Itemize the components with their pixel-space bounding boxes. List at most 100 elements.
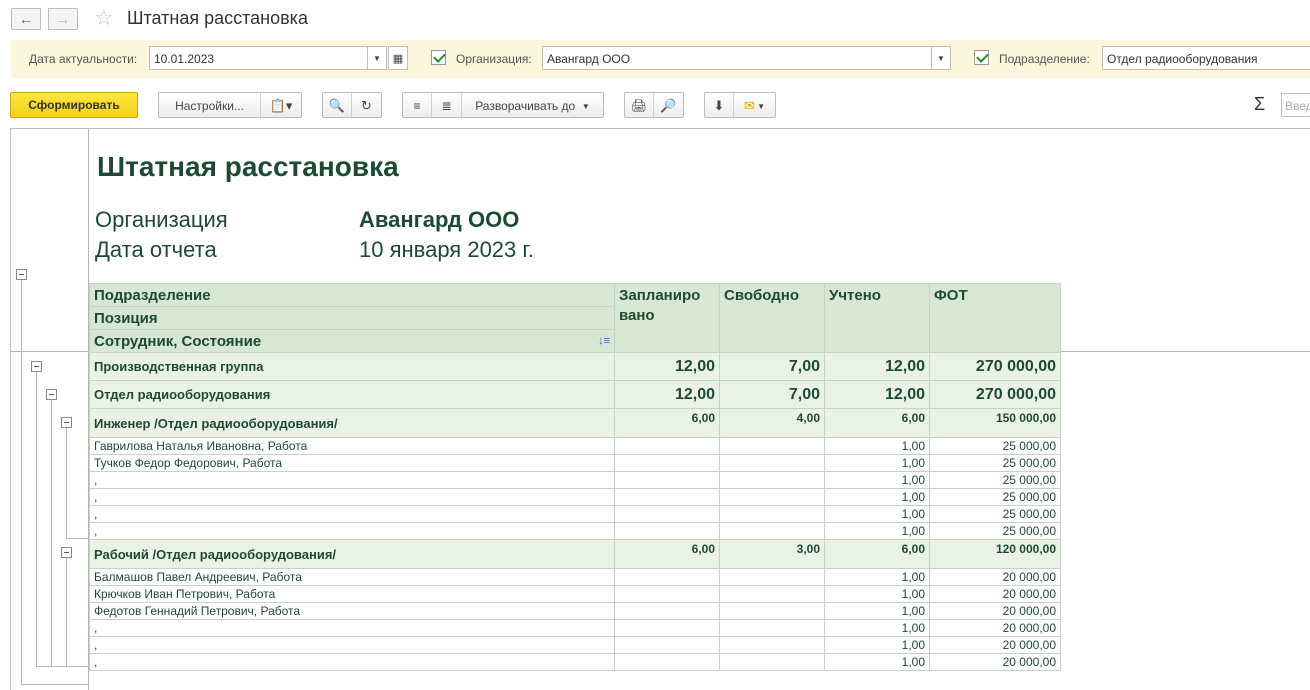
table-row[interactable]: , 1,00 25 000,00 bbox=[89, 522, 1061, 540]
sort-icon[interactable]: ↓≡ bbox=[598, 335, 610, 347]
row-free bbox=[719, 505, 825, 523]
collapse-toggle-icon[interactable] bbox=[61, 417, 72, 428]
group-row[interactable]: Рабочий /Отдел радиооборудования/6,00 3,0… bbox=[89, 539, 1061, 569]
favorite-star-icon[interactable]: ☆ bbox=[94, 6, 114, 30]
collapse-all-icon[interactable]: ≡ bbox=[403, 93, 432, 119]
date-input[interactable]: 10.01.2023 bbox=[149, 46, 369, 70]
group-row[interactable]: Инженер /Отдел радиооборудования/6,00 4,0… bbox=[89, 408, 1061, 438]
chevron-down-icon[interactable]: ▼ bbox=[367, 46, 387, 70]
expand-all-icon[interactable]: ≣ bbox=[432, 93, 462, 119]
row-planned bbox=[614, 568, 720, 586]
row-name: , bbox=[89, 619, 615, 637]
row-name: , bbox=[89, 471, 615, 489]
tree-line bbox=[21, 279, 22, 684]
header-fot: ФОТ bbox=[929, 283, 1061, 353]
table-row[interactable]: Крючков Иван Петрович, Работа 1,00 20 000,… bbox=[89, 585, 1061, 603]
tree-line bbox=[51, 399, 52, 666]
dept-label: Подразделение: bbox=[999, 52, 1090, 66]
chevron-down-icon: ▼ bbox=[581, 101, 590, 111]
row-planned: 12,00 bbox=[614, 380, 720, 409]
search-icon[interactable]: 🔍 bbox=[323, 93, 352, 119]
row-planned bbox=[614, 437, 720, 455]
dept-checkbox[interactable] bbox=[974, 50, 989, 65]
row-planned bbox=[614, 522, 720, 540]
tree-line bbox=[66, 538, 89, 539]
title-bar: ← → ☆ Штатная расстановка bbox=[0, 0, 1310, 38]
header-counted: Учтено bbox=[824, 283, 930, 353]
download-icon[interactable]: ⬇ bbox=[705, 93, 734, 119]
row-name: Тучков Федор Федорович, Работа bbox=[89, 454, 615, 472]
row-free bbox=[719, 454, 825, 472]
collapse-toggle-icon[interactable] bbox=[16, 269, 27, 280]
row-fot: 20 000,00 bbox=[929, 585, 1061, 603]
org-checkbox[interactable] bbox=[431, 50, 446, 65]
table-row[interactable]: , 1,00 20 000,00 bbox=[89, 653, 1061, 671]
row-free: 4,00 bbox=[719, 408, 825, 438]
table-row[interactable]: Федотов Геннадий Петрович, Работа 1,00 20 … bbox=[89, 602, 1061, 620]
variants-icon[interactable]: 📋▾ bbox=[261, 93, 301, 119]
expand-to-button[interactable]: Разворачивать до ▼ bbox=[462, 93, 603, 119]
row-free bbox=[719, 636, 825, 654]
collapse-toggle-icon[interactable] bbox=[61, 547, 72, 558]
search-input[interactable]: Введ bbox=[1281, 93, 1310, 117]
row-name: Производственная группа bbox=[89, 352, 615, 381]
row-name: Крючков Иван Петрович, Работа bbox=[89, 585, 615, 603]
row-planned bbox=[614, 505, 720, 523]
row-planned: 6,00 bbox=[614, 539, 720, 569]
row-counted: 1,00 bbox=[824, 437, 930, 455]
table-row[interactable]: Тучков Федор Федорович, Работа 1,00 25 000… bbox=[89, 454, 1061, 472]
row-name: Федотов Геннадий Петрович, Работа bbox=[89, 602, 615, 620]
row-counted: 1,00 bbox=[824, 653, 930, 671]
tree-line bbox=[36, 371, 37, 666]
table-row[interactable]: Гаврилова Наталья Ивановна, Работа 1,00 25… bbox=[89, 437, 1061, 455]
calendar-icon[interactable]: ▦ bbox=[388, 46, 408, 70]
report-table: Подразделение Запланиро вано Свободно Уч… bbox=[89, 283, 1061, 671]
row-fot: 270 000,00 bbox=[929, 352, 1061, 381]
row-counted: 1,00 bbox=[824, 505, 930, 523]
header-free: Свободно bbox=[719, 283, 825, 353]
back-arrow-icon[interactable]: ← bbox=[11, 8, 41, 30]
collapse-toggle-icon[interactable] bbox=[46, 389, 57, 400]
table-row[interactable]: , 1,00 20 000,00 bbox=[89, 636, 1061, 654]
row-name: , bbox=[89, 505, 615, 523]
table-row[interactable]: , 1,00 25 000,00 bbox=[89, 488, 1061, 506]
org-input[interactable]: Авангард ООО bbox=[542, 46, 932, 70]
header-employee: Сотрудник, Состояние ↓≡ bbox=[89, 329, 615, 353]
row-free bbox=[719, 437, 825, 455]
row-counted: 1,00 bbox=[824, 568, 930, 586]
row-fot: 25 000,00 bbox=[929, 437, 1061, 455]
generate-button[interactable]: Сформировать bbox=[10, 92, 138, 118]
forward-arrow-icon[interactable]: → bbox=[48, 8, 78, 30]
sum-icon[interactable]: Σ bbox=[1254, 94, 1265, 115]
settings-button-group: Настройки... 📋▾ bbox=[158, 92, 302, 119]
date-label: Дата актуальности: bbox=[29, 52, 138, 66]
row-planned bbox=[614, 636, 720, 654]
row-counted: 6,00 bbox=[824, 408, 930, 438]
row-planned bbox=[614, 585, 720, 603]
table-row[interactable]: Балмашов Павел Андреевич, Работа 1,00 20 0… bbox=[89, 568, 1061, 586]
table-row[interactable]: , 1,00 25 000,00 bbox=[89, 471, 1061, 489]
row-counted: 1,00 bbox=[824, 602, 930, 620]
row-name: , bbox=[89, 636, 615, 654]
search-next-icon[interactable]: ↻ bbox=[352, 93, 381, 119]
row-planned bbox=[614, 471, 720, 489]
row-planned bbox=[614, 488, 720, 506]
table-row[interactable]: , 1,00 20 000,00 bbox=[89, 619, 1061, 637]
collapse-toggle-icon[interactable] bbox=[31, 361, 42, 372]
row-counted: 1,00 bbox=[824, 454, 930, 472]
row-free: 3,00 bbox=[719, 539, 825, 569]
dept-input[interactable]: Отдел радиооборудования bbox=[1102, 46, 1310, 70]
row-planned bbox=[614, 602, 720, 620]
print-preview-icon[interactable]: 🔎 bbox=[654, 93, 683, 119]
row-free bbox=[719, 619, 825, 637]
group-row[interactable]: Производственная группа 12,00 7,00 12,00 270… bbox=[89, 352, 1061, 381]
mail-icon[interactable]: ✉ ▼ bbox=[734, 93, 775, 119]
report-date-value: 10 января 2023 г. bbox=[359, 237, 534, 262]
tree-line bbox=[66, 428, 67, 538]
settings-button[interactable]: Настройки... bbox=[159, 93, 261, 119]
table-row[interactable]: , 1,00 25 000,00 bbox=[89, 505, 1061, 523]
chevron-down-icon[interactable]: ▼ bbox=[931, 46, 951, 70]
group-row[interactable]: Отдел радиооборудования 12,00 7,00 12,00 270… bbox=[89, 380, 1061, 409]
print-icon[interactable]: 🖨 bbox=[625, 93, 654, 119]
row-fot: 25 000,00 bbox=[929, 488, 1061, 506]
